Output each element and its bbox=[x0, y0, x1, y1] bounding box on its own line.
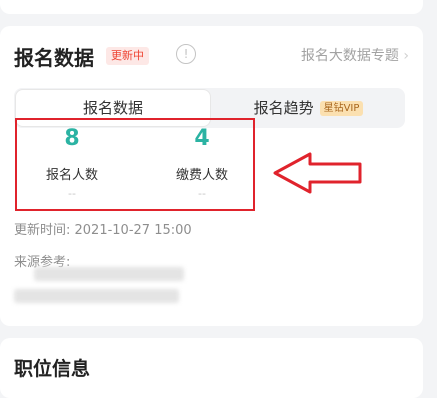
left-arrow-annotation-icon bbox=[273, 152, 362, 194]
big-data-topic-link[interactable]: 报名大数据专题 › bbox=[301, 45, 409, 65]
stat-label: 报名人数 bbox=[45, 168, 98, 183]
position-info-card: 职位信息 bbox=[0, 338, 423, 398]
stat-sub: -- bbox=[198, 187, 206, 200]
blurred-source-text bbox=[14, 289, 179, 303]
stat-label: 缴费人数 bbox=[175, 168, 228, 183]
chevron-right-icon: › bbox=[403, 48, 409, 64]
info-circle-icon[interactable]: ! bbox=[176, 44, 196, 64]
stat-sub: -- bbox=[68, 187, 76, 200]
section-title: 报名数据 bbox=[14, 46, 94, 70]
section-header: 报名数据 更新中 ! 报名大数据专题 › bbox=[14, 42, 409, 72]
previous-card bbox=[0, 0, 423, 14]
position-info-title: 职位信息 bbox=[14, 358, 91, 380]
stat-value: 4 bbox=[194, 126, 210, 151]
updating-badge: 更新中 bbox=[106, 47, 149, 65]
stat-paid: 4 缴费人数 -- bbox=[147, 126, 257, 200]
update-time: 更新时间: 2021-10-27 15:00 bbox=[14, 223, 192, 238]
stat-value: 8 bbox=[64, 126, 80, 151]
blurred-source-text bbox=[34, 267, 184, 281]
vip-badge: 星钻VIP bbox=[319, 101, 364, 116]
stats-highlight-box: 8 报名人数 -- 4 缴费人数 -- bbox=[15, 118, 255, 211]
stat-registrants: 8 报名人数 -- bbox=[17, 126, 127, 200]
